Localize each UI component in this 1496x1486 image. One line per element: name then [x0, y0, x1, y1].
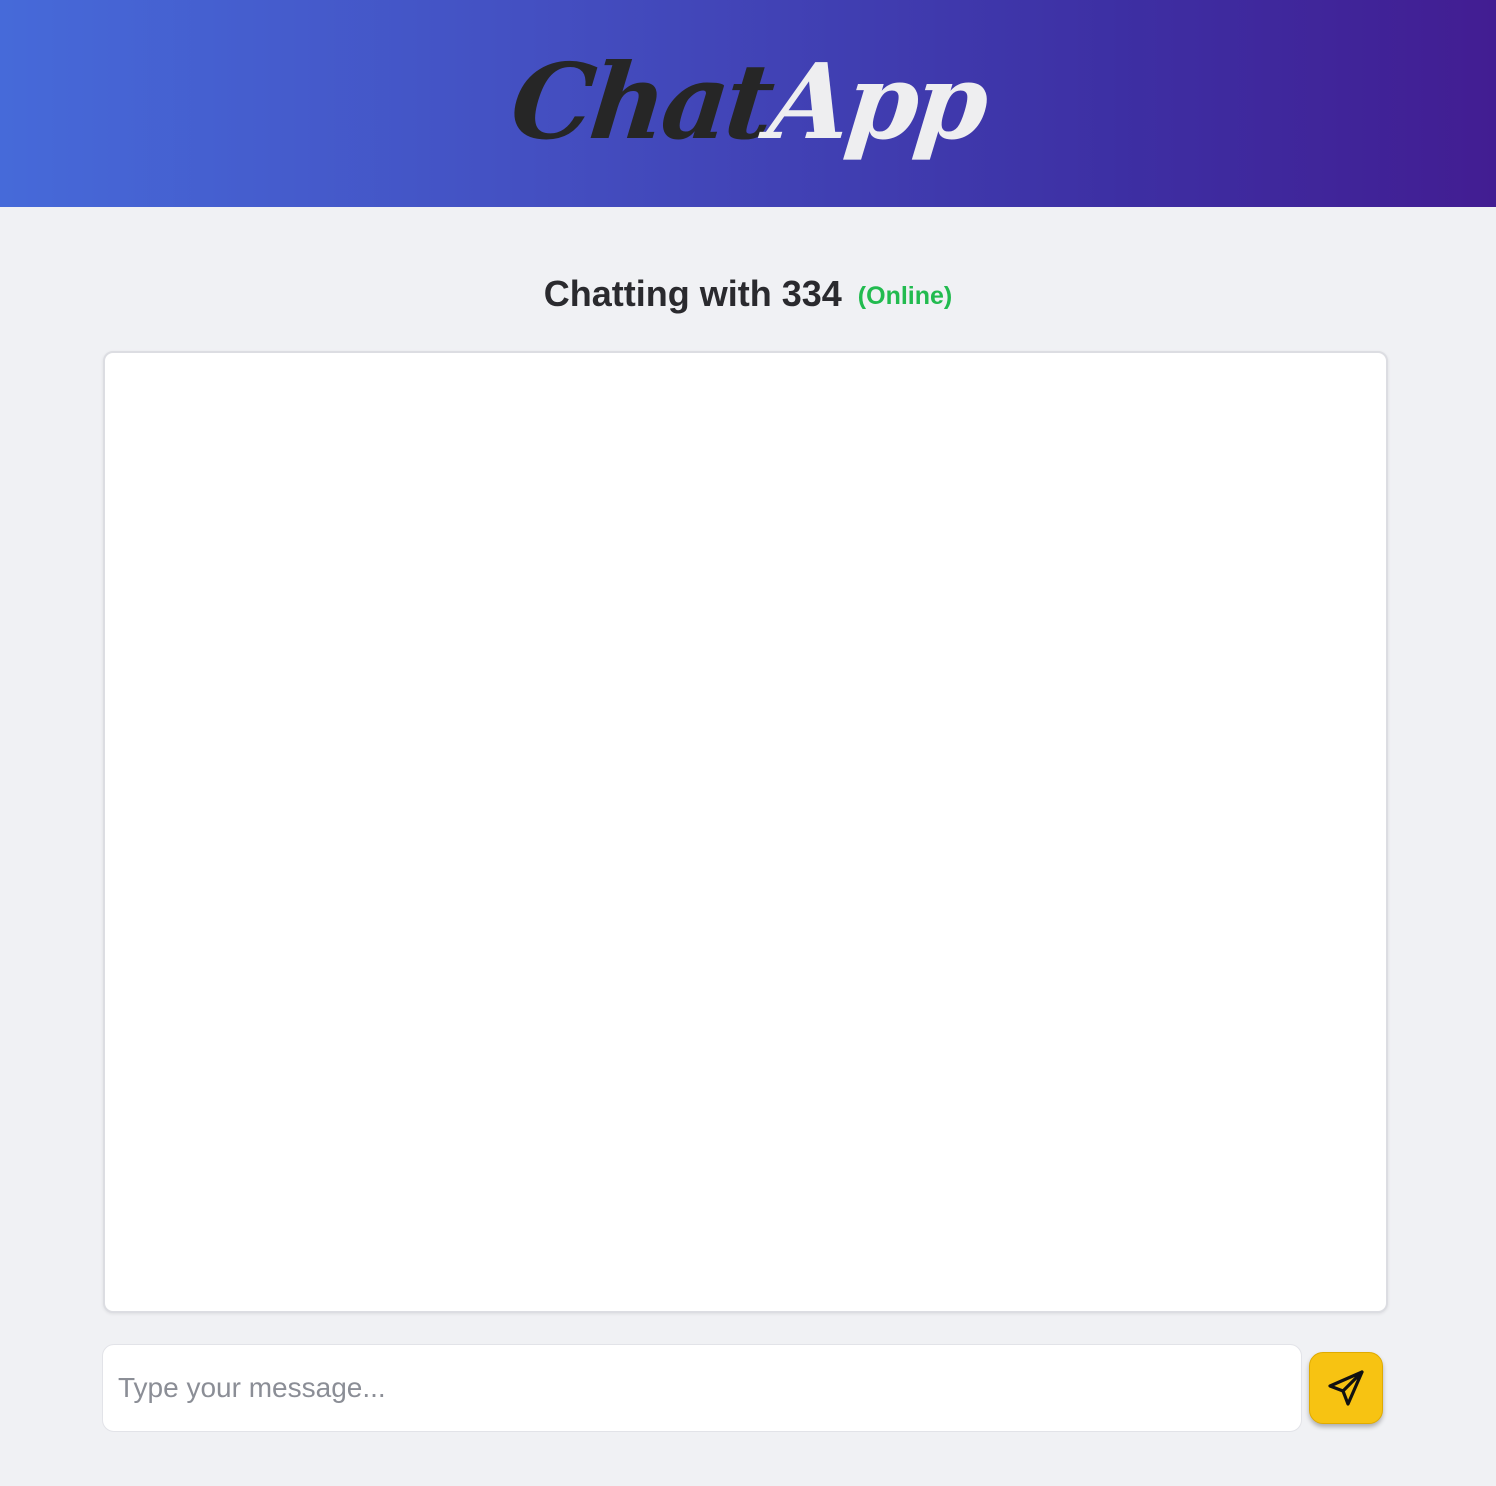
logo-text-app: App [763, 39, 991, 163]
send-button[interactable] [1309, 1352, 1383, 1424]
online-status-badge: (Online) [857, 281, 953, 310]
message-input-container [102, 1344, 1302, 1432]
send-icon [1328, 1370, 1364, 1406]
logo-text-chat: Chat [505, 39, 777, 163]
chat-title: Chatting with 334 [543, 273, 842, 314]
message-input[interactable] [103, 1345, 1301, 1431]
app-header: ChatApp [0, 0, 1496, 207]
message-list[interactable] [103, 351, 1388, 1313]
chat-title-row: Chatting with 334 (Online) [0, 268, 1496, 320]
app-logo: ChatApp [506, 40, 991, 163]
